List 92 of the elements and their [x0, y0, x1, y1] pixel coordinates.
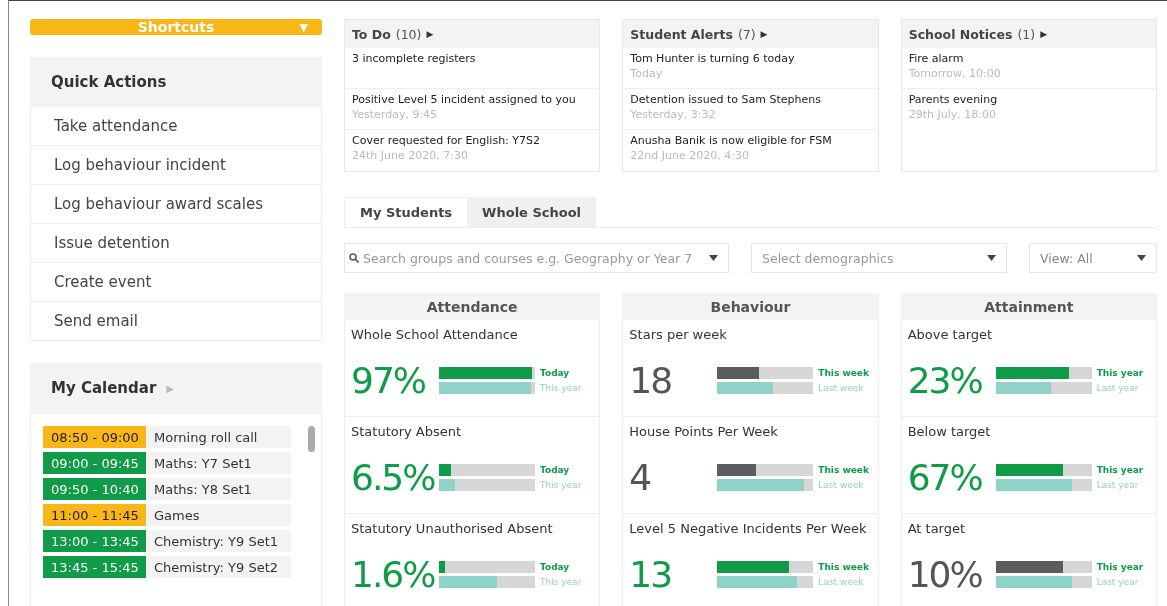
event-title[interactable]: Games [146, 504, 200, 526]
bar-label: Last week [818, 383, 864, 393]
card-title[interactable]: School Notices [908, 26, 1013, 42]
bar-label: This week [818, 465, 869, 475]
metric-value: 4 [629, 457, 652, 498]
notice-text[interactable]: 3 incomplete registers [352, 52, 593, 65]
bar-label: This year [1096, 562, 1144, 572]
bar-label: Last week [818, 577, 864, 587]
column-header: Attendance [344, 293, 601, 320]
count: (7) [737, 26, 756, 42]
notice-text[interactable]: Cover requested for English: Y7S2 [352, 134, 593, 147]
event-time: 11:00 - 11:45 [43, 504, 146, 526]
metric-title: House Points Per Week [629, 424, 779, 439]
bar-label: This year [540, 480, 582, 490]
panel-title: My Calendar [51, 379, 157, 397]
notice-time: Today [630, 67, 664, 80]
notice-time: Yesterday, 3:32 [630, 108, 717, 121]
metric-value: 10% [907, 554, 983, 595]
metric-value: 18 [629, 360, 673, 401]
column-header: Attainment [900, 293, 1157, 320]
caret-icon: ▼ [299, 20, 308, 34]
notice-text[interactable]: Anusha Banik is now eligible for FSM [630, 134, 871, 147]
metric-value: 13 [629, 554, 673, 595]
metric-title: At target [907, 521, 967, 536]
bar-label: This week [818, 368, 869, 378]
notice-text[interactable]: Parents evening [908, 93, 1149, 106]
notice-time: 22nd June 2020, 4:30 [630, 149, 750, 162]
quick-action-item[interactable]: Log behaviour incident [30, 146, 322, 185]
card-title[interactable]: To Do [352, 26, 391, 42]
tab[interactable]: Whole School [467, 197, 597, 227]
metric-title: Statutory Absent [351, 424, 463, 439]
event-time: 13:45 - 15:45 [43, 556, 146, 578]
notice-time: 29th July, 18:00 [908, 108, 997, 121]
metric-title: Above target [907, 327, 994, 342]
bar-label: Last year [1096, 480, 1139, 490]
metric-title: Level 5 Negative Incidents Per Week [629, 521, 868, 536]
quick-action-item[interactable]: Send email [30, 302, 322, 341]
metric-title: Below target [907, 424, 992, 439]
notice-time: Yesterday, 9:45 [352, 108, 439, 121]
event-time: 13:00 - 13:45 [43, 530, 146, 552]
notice-text[interactable]: Fire alarm [908, 52, 1149, 65]
bar-label: This year [540, 577, 582, 587]
notice-time: Tomorrow, 10:00 [908, 67, 1002, 80]
metric-title: Stars per week [629, 327, 728, 342]
event-title[interactable]: Maths: Y7 Set1 [146, 452, 252, 474]
bar-label: This week [818, 562, 869, 572]
event-title[interactable]: Maths: Y8 Set1 [146, 478, 252, 500]
bar-label: Last year [1096, 577, 1139, 587]
count: (10) [395, 26, 422, 42]
arrow-icon[interactable]: ▶ [760, 29, 768, 39]
notice-time: 24th June 2020, 7:30 [352, 149, 469, 162]
notice-text[interactable]: Tom Hunter is turning 6 today [630, 52, 871, 65]
notice-text[interactable]: Detention issued to Sam Stephens [630, 93, 871, 106]
bar-label: Today [540, 562, 570, 572]
bar-label: Last year [1096, 383, 1139, 393]
bar-label: Today [540, 465, 570, 475]
event-time: 09:50 - 10:40 [43, 478, 146, 500]
search-icon [349, 253, 359, 263]
count: (1) [1017, 26, 1036, 42]
metric-value: 23% [907, 360, 983, 401]
caret-icon [709, 255, 718, 261]
quick-action-item[interactable]: Log behaviour award scales [30, 185, 322, 224]
event-time: 09:00 - 09:45 [43, 452, 146, 474]
quick-action-item[interactable]: Issue detention [30, 224, 322, 263]
tab[interactable]: My Students [344, 197, 468, 227]
metric-value: 67% [907, 457, 983, 498]
card-title[interactable]: Student Alerts [630, 26, 733, 42]
event-title[interactable]: Morning roll call [146, 426, 258, 448]
metric-value: 6.5% [351, 457, 435, 498]
event-time: 08:50 - 09:00 [43, 426, 146, 448]
panel-title: Quick Actions [51, 73, 167, 91]
quick-action-item[interactable]: Create event [30, 263, 322, 302]
column-header: Behaviour [622, 293, 879, 320]
caret-icon [987, 255, 996, 261]
metric-value: 97% [351, 360, 426, 401]
quick-action-item[interactable]: Take attendance [30, 107, 322, 146]
bar-label: Today [540, 368, 570, 378]
event-title[interactable]: Chemistry: Y9 Set2 [146, 556, 279, 578]
event-title[interactable]: Chemistry: Y9 Set1 [146, 530, 279, 552]
metric-value: 1.6% [351, 554, 435, 595]
metric-title: Statutory Unauthorised Absent [351, 521, 554, 536]
caret-icon [1137, 255, 1146, 261]
arrow-icon[interactable]: ▶ [426, 29, 434, 39]
bar-label: This year [1096, 368, 1144, 378]
arrow-icon[interactable]: ▶ [1040, 29, 1048, 39]
notice-text[interactable]: Positive Level 5 incident assigned to you [352, 93, 593, 106]
bar-label: This year [540, 383, 582, 393]
dropdown[interactable]: View: All [1029, 243, 1157, 273]
metric-title: Whole School Attendance [351, 327, 519, 342]
bar-label: This year [1096, 465, 1144, 475]
bar-label: Last week [818, 480, 864, 490]
scrollbar-thumb[interactable] [308, 426, 315, 452]
